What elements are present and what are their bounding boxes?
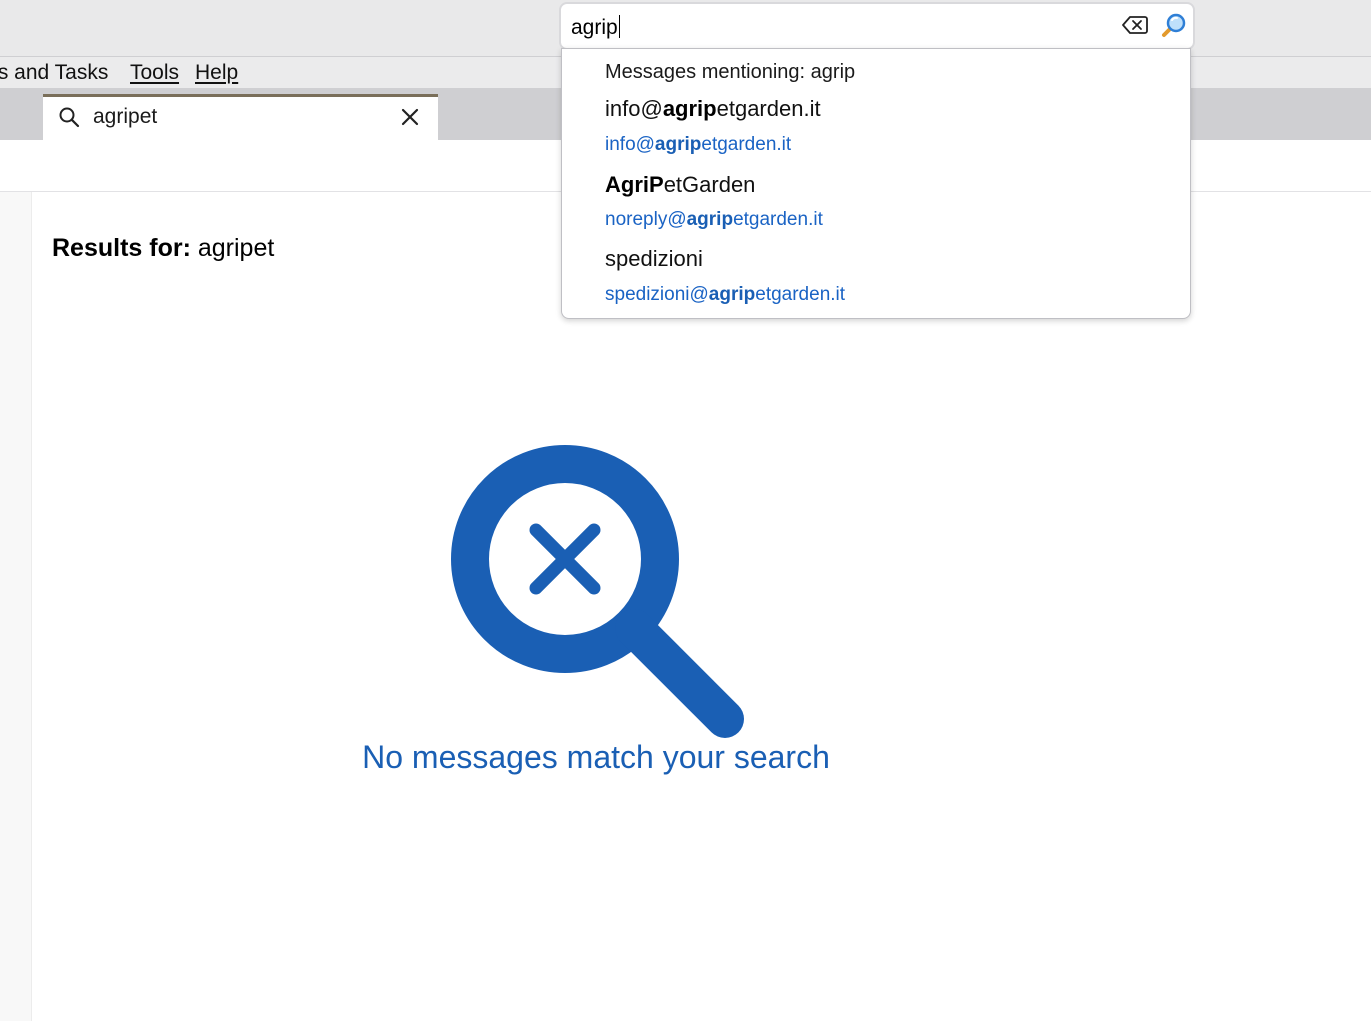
suggestion-contact-email[interactable]: spedizioni@agripetgarden.it [605, 284, 845, 306]
tab-label: agripet [93, 105, 158, 128]
search-icon [59, 107, 80, 128]
results-heading: Results for: agripet [52, 234, 274, 263]
suggestion-contact-name[interactable]: info@agripetgarden.it [605, 96, 821, 122]
tab-search-results[interactable]: agripet [43, 94, 438, 141]
suggestion-contact-email[interactable]: noreply@agripetgarden.it [605, 209, 823, 231]
menu-tools[interactable]: Tools [130, 61, 179, 85]
results-prefix: Results for: [52, 234, 191, 262]
magnifier-go-icon[interactable] [1159, 12, 1187, 40]
menu-help[interactable]: Help [195, 61, 238, 85]
no-results-magnifier-icon [451, 445, 744, 738]
empty-state-message: No messages match your search [362, 739, 830, 775]
global-search-input[interactable]: agrip [571, 15, 620, 40]
backspace-clear-icon[interactable] [1122, 15, 1148, 35]
left-pane [0, 192, 32, 1021]
close-icon[interactable] [399, 106, 421, 128]
global-search-box[interactable]: agrip [559, 2, 1195, 50]
search-suggestions-dropdown: Messages mentioning: agrip info@agripetg… [561, 48, 1191, 319]
results-query: agripet [197, 234, 275, 262]
menu-events-and-tasks[interactable]: ts and Tasks [0, 61, 108, 85]
suggestion-contact-name[interactable]: AgriPetGarden [605, 172, 755, 198]
suggestion-contact-email[interactable]: info@agripetgarden.it [605, 134, 791, 156]
text-caret [618, 15, 620, 38]
suggestion-contact-name[interactable]: spedizioni [605, 246, 703, 272]
suggestion-messages-mentioning[interactable]: Messages mentioning: agrip [605, 61, 855, 84]
